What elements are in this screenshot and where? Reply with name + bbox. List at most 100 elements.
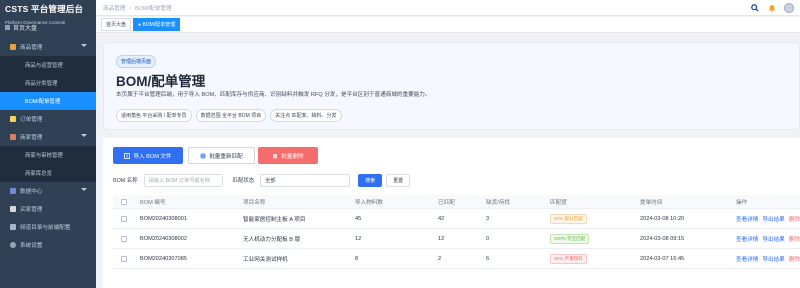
export-result-link[interactable]: 导出结果: [762, 255, 784, 263]
sidebar-item-merchants[interactable]: 商家管理: [0, 128, 96, 146]
match-rate-badge: 93% 部分匹配: [550, 213, 587, 224]
batch-rematch-button[interactable]: 批量重新匹配: [188, 147, 255, 164]
chart-icon: [10, 188, 16, 194]
match-rate-badge: 100% 完全匹配: [550, 233, 590, 244]
sidebar-item-settings[interactable]: 系统设置: [0, 236, 96, 254]
sidebar-item-label: 买家管理: [20, 207, 43, 213]
view-detail-link[interactable]: 查看详情: [736, 255, 758, 263]
select-all-checkbox[interactable]: [121, 198, 127, 205]
table-row[interactable]: BOM20240308001 智能家居控制主板 A 项目 45 42 3 93%…: [113, 209, 800, 229]
tab-home[interactable]: 首页大盘: [101, 18, 132, 31]
search-icon[interactable]: [750, 4, 759, 13]
missing-count: 6: [486, 255, 490, 262]
bom-name-label: BOM 名称: [113, 178, 138, 184]
goods-submenu: 商品与运营管理 商品分类管理 BOM/配单管理: [0, 56, 96, 110]
matched-count: 12: [438, 235, 445, 242]
breadcrumb-item[interactable]: 商品管理: [103, 6, 125, 12]
column-header: 已匹配: [438, 199, 455, 206]
table-header: BOM 编号 项目名称 导入物料数 已匹配 缺货/待找 匹配度 提单时间 操作: [113, 195, 800, 209]
table-row[interactable]: BOM20240308002 无人机动力分配板 B 版 12 12 0 100%…: [113, 229, 800, 249]
page-title: BOM/配单管理: [116, 74, 206, 89]
bom-table: BOM 编号 项目名称 导入物料数 已匹配 缺货/待找 匹配度 提单时间 操作 …: [113, 195, 800, 269]
submit-time: 2024-03-08 09:15: [640, 235, 685, 242]
chevron-down-icon: [81, 134, 87, 137]
sidebar-item-label: 频道目录与前端配置: [20, 225, 71, 231]
page-meta-chips: 适用角色 平台采购 / 配单专员 数据范围 全平台 BOM 项目 关注点 匹配率…: [116, 109, 342, 122]
sidebar-item-goods[interactable]: 商品管理: [0, 38, 96, 56]
view-detail-link[interactable]: 查看详情: [736, 215, 758, 223]
column-header: 提单时间: [640, 199, 663, 206]
row-checkbox[interactable]: [121, 235, 127, 242]
imported-count: 45: [355, 215, 362, 222]
matched-count: 42: [438, 215, 445, 222]
column-header: 匹配度: [550, 199, 567, 206]
sidebar-item-label: 首页大盘: [13, 26, 38, 32]
sidebar-item-bom[interactable]: BOM/配单管理: [0, 92, 96, 110]
search-button[interactable]: 搜索: [358, 173, 383, 187]
sidebar-item-channel-config[interactable]: 频道目录与前端配置: [0, 218, 96, 236]
match-status-label: 匹配状态: [232, 178, 255, 184]
clipboard-icon: [10, 116, 16, 122]
column-header: 缺货/待找: [486, 199, 510, 206]
submit-time: 2024-03-08 10:20: [640, 215, 685, 222]
match-status-select[interactable]: 全部: [260, 173, 351, 187]
dashboard-icon: [5, 25, 10, 30]
chevron-down-icon: [81, 44, 87, 47]
tab-label: BOM/配单管理: [142, 22, 176, 28]
batch-delete-button[interactable]: 批量删除: [258, 147, 318, 164]
column-header: 项目名称: [243, 199, 266, 206]
missing-count: 0: [486, 235, 490, 242]
tab-bom[interactable]: ● BOM/配单管理: [133, 18, 181, 31]
breadcrumb: 商品管理 / BOM/配单管理: [103, 5, 172, 12]
view-detail-link[interactable]: 查看详情: [736, 235, 758, 243]
export-result-link[interactable]: 导出结果: [762, 215, 784, 223]
topbar-actions: [750, 3, 794, 13]
sidebar-item-data-center[interactable]: 数据中心: [0, 182, 96, 200]
button-label: 批量重新匹配: [209, 153, 243, 160]
submit-time: 2024-03-07 16:45: [640, 255, 685, 262]
row-checkbox[interactable]: [121, 255, 127, 262]
project-name: 无人机动力分配板 B 版: [243, 236, 301, 243]
sidebar-item-merchant-overview[interactable]: 商家库总览: [0, 164, 96, 182]
delete-link[interactable]: 删除: [789, 255, 800, 263]
delete-link[interactable]: 删除: [789, 215, 800, 223]
sidebar-item-label: 订单管理: [20, 117, 43, 123]
trash-icon: [273, 153, 278, 158]
merchant-submenu: 商家与审核管理 商家库总览: [0, 146, 96, 182]
upload-icon: [124, 152, 131, 159]
sidebar-item-label: 系统设置: [20, 243, 43, 249]
sidebar-item-goods-category[interactable]: 商品分类管理: [0, 74, 96, 92]
bom-search-input[interactable]: 请输入 BOM 订单号或名称: [143, 173, 223, 187]
avatar[interactable]: [784, 3, 794, 13]
sidebar-item-merchant-review[interactable]: 商家与审核管理: [0, 146, 96, 164]
sidebar-item-goods-ops[interactable]: 商品与运营管理: [0, 56, 96, 74]
match-rate-badge: 25% 严重缺料: [550, 253, 587, 264]
brand: CSTS 平台管理后台 Platform Governance Console …: [0, 0, 96, 34]
bom-id: BOM20240308001: [140, 215, 187, 222]
delete-link[interactable]: 删除: [789, 235, 800, 243]
sidebar-item-label: 商家管理: [20, 135, 43, 141]
export-result-link[interactable]: 导出结果: [762, 235, 784, 243]
row-checkbox[interactable]: [121, 215, 127, 222]
bell-icon[interactable]: [767, 4, 776, 13]
sidebar-item-buyers[interactable]: 买家管理: [0, 200, 96, 218]
meta-chip-scope: 数据范围 全平台 BOM 项目: [195, 109, 267, 122]
meta-chip-focus: 关注点 匹配率、缺料、分发: [270, 109, 342, 122]
layout-icon: [10, 224, 16, 230]
matched-count: 2: [438, 255, 442, 262]
sidebar-item-label: 商品管理: [20, 45, 43, 51]
reset-button[interactable]: 重置: [386, 173, 411, 187]
table-row[interactable]: BOM20240307085 工业网关测试样机 8 2 6 25% 严重缺料 2…: [113, 249, 800, 269]
sidebar-item-orders[interactable]: 订单管理: [0, 110, 96, 128]
imported-count: 12: [355, 235, 362, 242]
app: CSTS 平台管理后台 Platform Governance Console …: [0, 0, 800, 288]
project-name: 智能家居控制主板 A 项目: [243, 216, 306, 223]
button-label: 导入 BOM 文件: [133, 153, 172, 160]
button-label: 批量删除: [281, 153, 304, 160]
meta-chip-role: 适用角色 平台采购 / 配单专员: [116, 109, 192, 122]
sidebar-item-home[interactable]: 首页大盘: [5, 23, 37, 32]
page-header-card: 管理后端页面 BOM/配单管理 本页属于平台管理后端，用于导入 BOM、匹配库存…: [103, 42, 800, 130]
topbar: 商品管理 / BOM/配单管理: [96, 0, 800, 16]
import-bom-button[interactable]: 导入 BOM 文件: [113, 147, 183, 164]
bom-panel: 导入 BOM 文件 批量重新匹配 批量删除 BOM 名称 请输入 BOM 订单号…: [103, 138, 800, 288]
